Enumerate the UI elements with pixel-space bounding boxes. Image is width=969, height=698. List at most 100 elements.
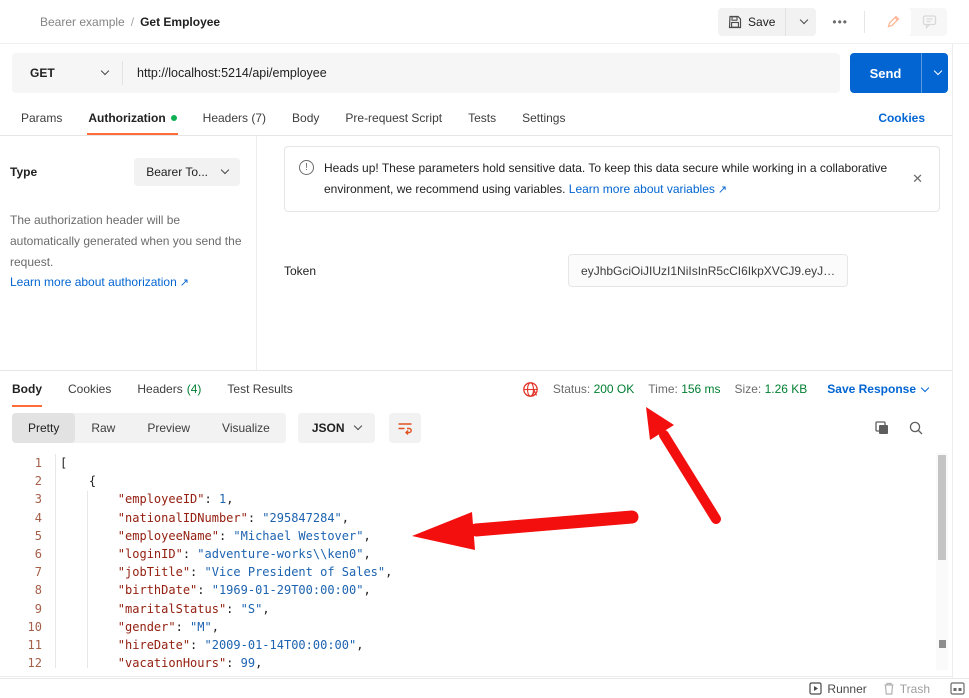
code-line: 11 "hireDate": "2009-01-14T00:00:00", (0, 636, 952, 654)
more-options-button[interactable]: ••• (826, 11, 854, 33)
auth-detail-panel: ! Heads up! These parameters hold sensit… (257, 136, 952, 370)
code-text: "vacationHours": 99, (60, 654, 262, 672)
code-text: "gender": "M", (60, 618, 219, 636)
tab-tests[interactable]: Tests (455, 102, 509, 134)
auth-description: The authorization header will be automat… (10, 210, 245, 273)
search-button[interactable] (906, 418, 926, 438)
request-tabs: Params Authorization Headers (7) Body Pre-re… (0, 101, 952, 136)
chevron-down-icon (221, 166, 229, 174)
token-input[interactable]: eyJhbGciOiJIUzI1NiIsInR5cCI6IkpXVCJ9.eyJ… (568, 254, 848, 287)
banner-text: Heads up! These parameters hold sensitiv… (324, 158, 900, 200)
tab-label: Headers (7) (203, 111, 266, 125)
external-link-icon: ↗ (718, 184, 727, 196)
runner-label: Runner (827, 682, 866, 696)
learn-more-authorization-link[interactable]: Learn more about authorization↗ (10, 275, 189, 289)
view-tab-pretty[interactable]: Pretty (12, 413, 75, 443)
response-scrollbar[interactable] (936, 453, 948, 670)
token-row: Token eyJhbGciOiJIUzI1NiIsInR5cCI6IkpXVC… (284, 254, 940, 287)
copy-button[interactable] (872, 418, 892, 438)
viewer-icons (872, 418, 926, 438)
auth-type-select[interactable]: Bearer To... (134, 158, 240, 186)
auth-type-label: Type (10, 165, 37, 179)
status-bar: Runner Trash (0, 678, 969, 698)
edit-button[interactable] (875, 8, 911, 36)
edit-comment-group (875, 8, 947, 36)
breadcrumb-collection[interactable]: Bearer example (40, 15, 125, 29)
response-view-row: PrettyRawPreviewVisualize JSON (0, 407, 952, 449)
code-text: [ (60, 454, 67, 472)
info-icon: ! (299, 160, 314, 175)
code-line: 12 "vacationHours": 99, (0, 654, 952, 672)
chevron-down-icon (353, 422, 361, 430)
chevron-down-icon (800, 15, 808, 23)
send-options-button[interactable] (922, 53, 948, 93)
scrollbar-marker (939, 640, 946, 648)
tab-body[interactable]: Body (279, 102, 332, 134)
code-line: 4 "nationalIDNumber": "295847284", (0, 509, 952, 527)
code-text: "birthDate": "1969-01-29T00:00:00", (60, 581, 371, 599)
tab-params[interactable]: Params (8, 102, 75, 134)
comment-button[interactable] (911, 14, 947, 29)
method-label: GET (30, 66, 55, 80)
runner-button[interactable]: Runner (809, 682, 866, 696)
wrap-lines-button[interactable] (389, 413, 421, 443)
indent-guide (87, 491, 88, 668)
line-number: 4 (0, 509, 42, 527)
save-response-label: Save Response (827, 382, 916, 396)
code-line: 8 "birthDate": "1969-01-29T00:00:00", (0, 581, 952, 599)
time-field: Time: 156 ms (648, 382, 720, 396)
copy-icon (874, 420, 890, 436)
view-tab-visualize[interactable]: Visualize (206, 413, 286, 443)
view-tab-raw[interactable]: Raw (75, 413, 131, 443)
scrollbar-thumb[interactable] (938, 455, 946, 560)
method-select[interactable]: GET (12, 66, 122, 80)
response-tab-test-results[interactable]: Test Results (227, 371, 292, 407)
code-line: 3 "employeeID": 1, (0, 490, 952, 508)
tab-settings[interactable]: Settings (509, 102, 578, 134)
response-tab-headers[interactable]: Headers(4) (137, 371, 201, 407)
console-panel-button[interactable] (950, 682, 965, 695)
response-header: BodyCookiesHeaders(4)Test Results Status… (0, 371, 952, 407)
response-body-viewer[interactable]: 1[2 {3 "employeeID": 1,4 "nationalIDNumb… (0, 449, 952, 677)
trash-button[interactable]: Trash (883, 682, 930, 696)
send-button[interactable]: Send (850, 53, 922, 93)
format-select[interactable]: JSON (298, 413, 375, 443)
line-number: 2 (0, 472, 42, 490)
line-number: 6 (0, 545, 42, 563)
tab-label: Params (21, 111, 62, 125)
send-button-group: Send (850, 53, 948, 93)
code-line: 7 "jobTitle": "Vice President of Sales", (0, 563, 952, 581)
tab-label: Body (292, 111, 319, 125)
pencil-icon (886, 14, 901, 29)
view-tab-preview[interactable]: Preview (131, 413, 206, 443)
tab-authorization[interactable]: Authorization (75, 102, 189, 134)
response-tab-body[interactable]: Body (12, 371, 42, 407)
auth-type-panel: Type Bearer To... The authorization head… (0, 136, 257, 370)
time-label: Time: (648, 382, 678, 396)
tab-label: Pre-request Script (345, 111, 442, 125)
network-globe-icon[interactable] (522, 381, 539, 398)
code-line: 5 "employeeName": "Michael Westover", (0, 527, 952, 545)
panel-icon (950, 682, 965, 695)
format-value: JSON (312, 421, 345, 435)
auth-configured-dot-icon (171, 115, 177, 121)
code-line: 1[ (0, 454, 952, 472)
status-value: 200 OK (594, 382, 635, 396)
line-number: 10 (0, 618, 42, 636)
line-number: 7 (0, 563, 42, 581)
tab-pre-request-script[interactable]: Pre-request Script (332, 102, 455, 134)
save-button[interactable]: Save (718, 8, 786, 36)
breadcrumb-request[interactable]: Get Employee (140, 15, 220, 29)
tab-headers-7-[interactable]: Headers (7) (190, 102, 279, 134)
code-text: "employeeID": 1, (60, 490, 233, 508)
code-text: { (60, 472, 96, 490)
url-input[interactable]: http://localhost:5214/api/employee (123, 66, 327, 80)
response-tab-cookies[interactable]: Cookies (68, 371, 111, 407)
close-icon[interactable]: ✕ (910, 171, 925, 187)
response-tab-list: Body Cookies Headers(4) Test Results (12, 371, 293, 407)
line-number: 5 (0, 527, 42, 545)
learn-more-variables-link[interactable]: Learn more about variables↗ (569, 182, 727, 196)
save-options-button[interactable] (786, 8, 816, 36)
cookies-link[interactable]: Cookies (878, 111, 925, 125)
save-response-button[interactable]: Save Response (827, 382, 928, 396)
